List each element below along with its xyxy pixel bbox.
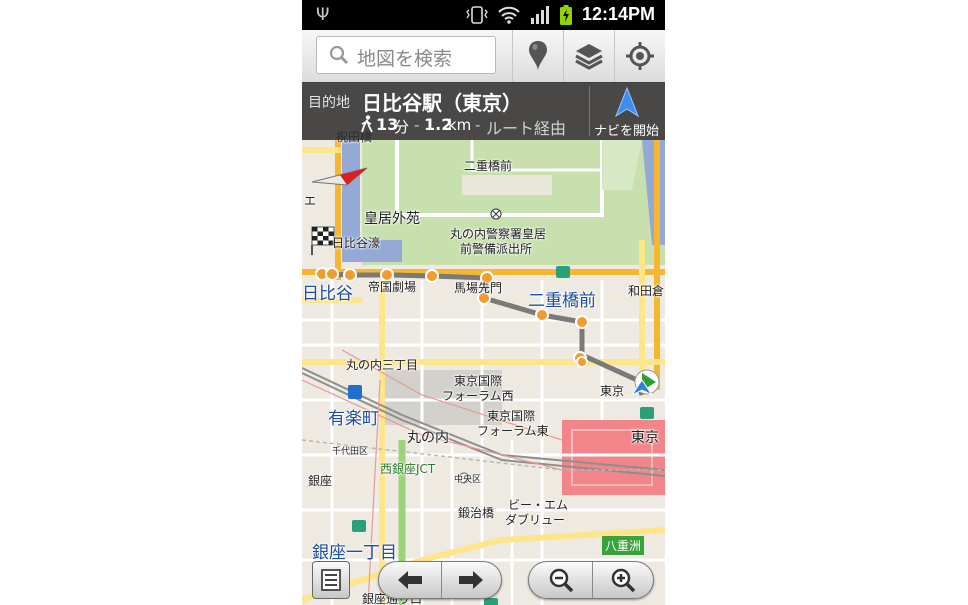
map-label-forum-east-2: フォーラム東	[477, 424, 549, 438]
map-label-e: エ	[304, 194, 317, 208]
map-label-tokyo-station: 東京	[631, 430, 659, 446]
map-label-forum-west-2: フォーラム西	[442, 389, 514, 403]
map-label-chuo-ku: 中央区	[454, 475, 482, 485]
layers-icon	[575, 44, 603, 70]
route-info-banner[interactable]: 目的地 日比谷駅（東京） 13 分 - 1.2 km - ルート経由 ナビを開始	[302, 82, 665, 140]
map-label-wadakura: 和田倉	[628, 284, 665, 298]
map-label-marunouchi: 丸の内	[407, 430, 449, 446]
search-icon	[329, 45, 349, 65]
map-label-marunouchi-3: 丸の内三丁目	[346, 358, 419, 372]
map-label-ginza-1: 銀座一丁目	[312, 543, 397, 563]
signal-icon	[531, 6, 549, 24]
zoom-out-icon	[549, 568, 573, 593]
start-navigation-label: ナビを開始	[594, 124, 660, 139]
previous-step-button[interactable]	[379, 562, 442, 598]
map-label-hibiya-bori: 日比谷濠	[332, 236, 381, 250]
map-label-tokyo-small: 東京	[600, 384, 625, 398]
route-via: ルート経由	[486, 119, 567, 138]
next-step-button[interactable]	[441, 562, 501, 598]
map-label-police-box: 前警備派出所	[460, 242, 533, 256]
map-label-yaesu: 八重洲	[602, 536, 645, 555]
search-input[interactable]: 地図を検索	[316, 36, 496, 74]
map-label-bmw-2: ダブリュー	[505, 513, 566, 527]
map-label-teikoku-gekijo: 帝国劇場	[368, 280, 417, 294]
wifi-icon	[498, 6, 520, 24]
zoom-in-icon	[611, 568, 635, 593]
phone-screen: 祝田橋 二重橋前 皇居外苑 丸の内警察署皇居 前警備派出所 日比谷濠 日比谷 帝…	[302, 0, 665, 605]
start-navigation-button[interactable]: ナビを開始	[590, 82, 665, 140]
place-pin-button[interactable]	[512, 30, 563, 82]
status-clock: 12:14PM	[581, 4, 655, 24]
map-label-nijubashimae: 二重橋前	[528, 291, 596, 311]
arrow-left-icon	[398, 571, 422, 589]
route-distance-unit: km	[448, 116, 472, 134]
map-label-nishiginza-jct: 西銀座JCT	[380, 462, 436, 476]
list-icon	[321, 569, 341, 591]
map-label-chiyoda: 千代田区	[332, 447, 369, 457]
my-location-button[interactable]	[614, 30, 665, 82]
walking-icon	[361, 115, 373, 133]
search-toolbar: 地図を検索	[302, 30, 665, 83]
zoom-controls	[528, 561, 654, 599]
navigation-arrow-icon	[615, 87, 639, 117]
route-separator-2: -	[475, 116, 481, 134]
police-box-icon	[490, 208, 502, 220]
map-label-babasakimon: 馬場先門	[454, 281, 503, 295]
usb-icon: Ψ	[316, 5, 330, 25]
map-label-nijubashimae-top: 二重橋前	[464, 159, 513, 173]
map-label-hibiya: 日比谷	[302, 284, 353, 304]
zoom-in-button[interactable]	[592, 562, 653, 598]
search-placeholder: 地図を検索	[357, 48, 453, 70]
map-label-yurakucho: 有楽町	[328, 409, 379, 429]
arrow-right-icon	[459, 571, 483, 589]
map-label-kajibashi: 鍛治橋	[458, 506, 495, 520]
map-view[interactable]: 祝田橋 二重橋前 皇居外苑 丸の内警察署皇居 前警備派出所 日比谷濠 日比谷 帝…	[302, 82, 665, 605]
step-nav-group	[378, 561, 502, 599]
zoom-out-button[interactable]	[529, 562, 593, 598]
destination-name: 日比谷駅（東京）	[362, 91, 522, 115]
map-label-kokyo-gaien: 皇居外苑	[364, 211, 420, 227]
vibrate-icon	[466, 6, 488, 24]
status-bar: Ψ 12:14PM	[302, 0, 665, 30]
route-duration-unit: 分	[394, 118, 410, 136]
directions-list-button[interactable]	[312, 561, 350, 599]
battery-charging-icon	[560, 5, 572, 25]
my-location-icon	[626, 42, 654, 70]
layers-button[interactable]	[563, 30, 614, 82]
destination-label: 目的地	[308, 95, 350, 111]
place-pin-icon	[529, 41, 547, 71]
route-separator-1: -	[414, 116, 420, 134]
map-label-ginza: 銀座	[308, 474, 333, 488]
